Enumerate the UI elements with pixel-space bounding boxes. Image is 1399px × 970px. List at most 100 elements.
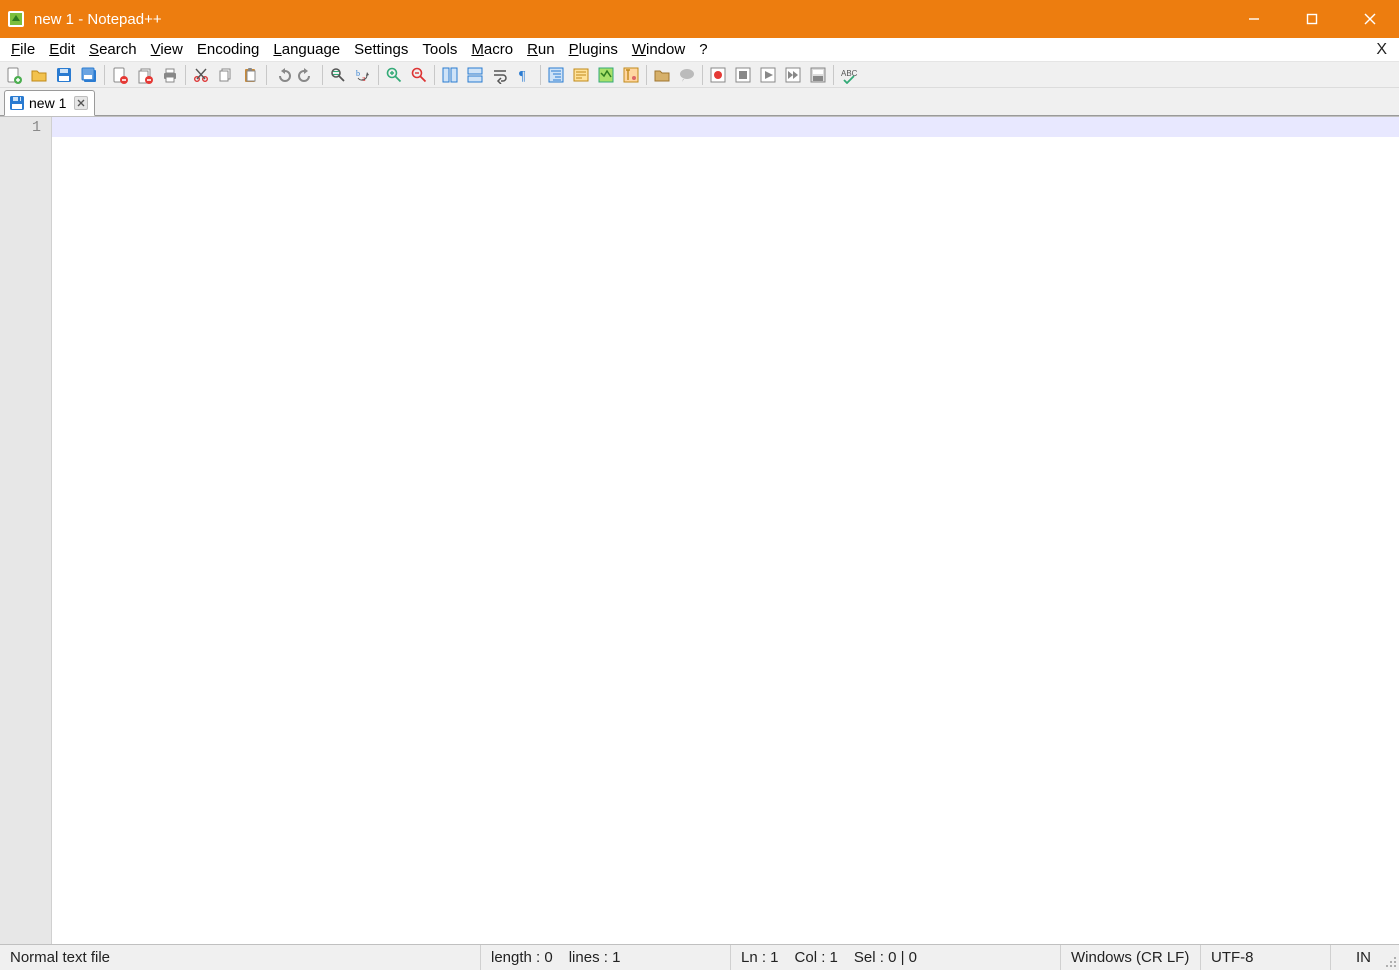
word-wrap-button[interactable]: [488, 64, 512, 86]
maximize-button[interactable]: [1283, 0, 1341, 38]
new-file-button[interactable]: [2, 64, 26, 86]
word-wrap-icon: [491, 66, 509, 84]
status-insert-mode: IN: [1356, 949, 1371, 966]
new-file-icon: [5, 66, 23, 84]
toolbar-separator: [702, 65, 703, 85]
menu-run[interactable]: Run: [520, 38, 562, 62]
zoom-in-button[interactable]: [382, 64, 406, 86]
close-file-button[interactable]: [108, 64, 132, 86]
toolbar-separator: [322, 65, 323, 85]
menu-search[interactable]: Search: [82, 38, 144, 62]
save-button[interactable]: [52, 64, 76, 86]
menu-window[interactable]: Window: [625, 38, 692, 62]
zoom-out-button[interactable]: [407, 64, 431, 86]
toolbar-separator: [434, 65, 435, 85]
replace-button[interactable]: ba: [351, 64, 375, 86]
play-macro-button[interactable]: [756, 64, 780, 86]
paste-icon: [242, 66, 260, 84]
print-button[interactable]: [158, 64, 182, 86]
menu-settings[interactable]: Settings: [347, 38, 415, 62]
lexer-button[interactable]: [569, 64, 593, 86]
open-file-button[interactable]: [27, 64, 51, 86]
copy-icon: [217, 66, 235, 84]
cut-button[interactable]: [189, 64, 213, 86]
play-multi-icon: [784, 66, 802, 84]
menubar: FileEditSearchViewEncodingLanguageSettin…: [0, 38, 1399, 62]
statusbar: Normal text file length : 0 lines : 1 Ln…: [0, 944, 1399, 970]
find-button[interactable]: [326, 64, 350, 86]
sync-h-button[interactable]: [463, 64, 487, 86]
menu-encoding[interactable]: Encoding: [190, 38, 267, 62]
toolbar-separator: [540, 65, 541, 85]
cut-icon: [192, 66, 210, 84]
close-all-icon: [136, 66, 154, 84]
redo-icon: [298, 66, 316, 84]
editor-area: 1: [0, 116, 1399, 944]
line-number: 1: [0, 119, 41, 136]
app-icon: [6, 9, 26, 29]
redo-button[interactable]: [295, 64, 319, 86]
close-button[interactable]: [1341, 0, 1399, 38]
menu-file[interactable]: File: [4, 38, 42, 62]
record-macro-button[interactable]: [706, 64, 730, 86]
text-editor[interactable]: [52, 117, 1399, 944]
status-length: length : 0: [491, 949, 553, 966]
toolbar-separator: [104, 65, 105, 85]
save-all-button[interactable]: [77, 64, 101, 86]
mdi-close-button[interactable]: X: [1376, 41, 1395, 59]
play-macro-icon: [759, 66, 777, 84]
stop-macro-button[interactable]: [731, 64, 755, 86]
open-file-icon: [30, 66, 48, 84]
menu-plugins[interactable]: Plugins: [562, 38, 625, 62]
folder-icon: [653, 66, 671, 84]
menu-tools[interactable]: Tools: [415, 38, 464, 62]
comment-button[interactable]: [675, 64, 699, 86]
print-icon: [161, 66, 179, 84]
toolbar-separator: [185, 65, 186, 85]
tab-new-1[interactable]: new 1: [4, 90, 95, 116]
status-filetype: Normal text file: [10, 949, 110, 966]
save-macro-icon: [809, 66, 827, 84]
folder-button[interactable]: [650, 64, 674, 86]
doc-map-button[interactable]: [594, 64, 618, 86]
save-macro-button[interactable]: [806, 64, 830, 86]
titlebar[interactable]: new 1 - Notepad++: [0, 0, 1399, 38]
menu-macro[interactable]: Macro: [464, 38, 520, 62]
toolbar: ba ¶ ABC: [0, 62, 1399, 88]
toolbar-separator: [266, 65, 267, 85]
tabbar: new 1: [0, 88, 1399, 116]
paste-button[interactable]: [239, 64, 263, 86]
window-title: new 1 - Notepad++: [34, 11, 162, 28]
minimize-button[interactable]: [1225, 0, 1283, 38]
comment-icon: [678, 66, 696, 84]
tab-close-button[interactable]: [74, 96, 88, 110]
save-icon: [55, 66, 73, 84]
undo-button[interactable]: [270, 64, 294, 86]
play-multi-button[interactable]: [781, 64, 805, 86]
menu-language[interactable]: Language: [266, 38, 347, 62]
menu-[interactable]: ?: [692, 38, 714, 62]
spellcheck-button[interactable]: ABC: [837, 64, 861, 86]
spellcheck-icon: ABC: [840, 66, 858, 84]
menu-edit[interactable]: Edit: [42, 38, 82, 62]
toolbar-separator: [646, 65, 647, 85]
sync-v-icon: [441, 66, 459, 84]
zoom-in-icon: [385, 66, 403, 84]
doc-map-icon: [597, 66, 615, 84]
menu-view[interactable]: View: [144, 38, 190, 62]
close-file-icon: [111, 66, 129, 84]
lexer-icon: [572, 66, 590, 84]
resize-grip-icon[interactable]: [1381, 945, 1399, 970]
status-col: Col : 1: [795, 949, 838, 966]
svg-text:b: b: [356, 69, 360, 78]
copy-button[interactable]: [214, 64, 238, 86]
sync-v-button[interactable]: [438, 64, 462, 86]
status-lines: lines : 1: [569, 949, 621, 966]
record-macro-icon: [709, 66, 727, 84]
status-sel: Sel : 0 | 0: [854, 949, 917, 966]
func-list-button[interactable]: [619, 64, 643, 86]
show-all-chars-button[interactable]: ¶: [513, 64, 537, 86]
line-number-gutter: 1: [0, 117, 52, 944]
indent-guide-button[interactable]: [544, 64, 568, 86]
close-all-button[interactable]: [133, 64, 157, 86]
